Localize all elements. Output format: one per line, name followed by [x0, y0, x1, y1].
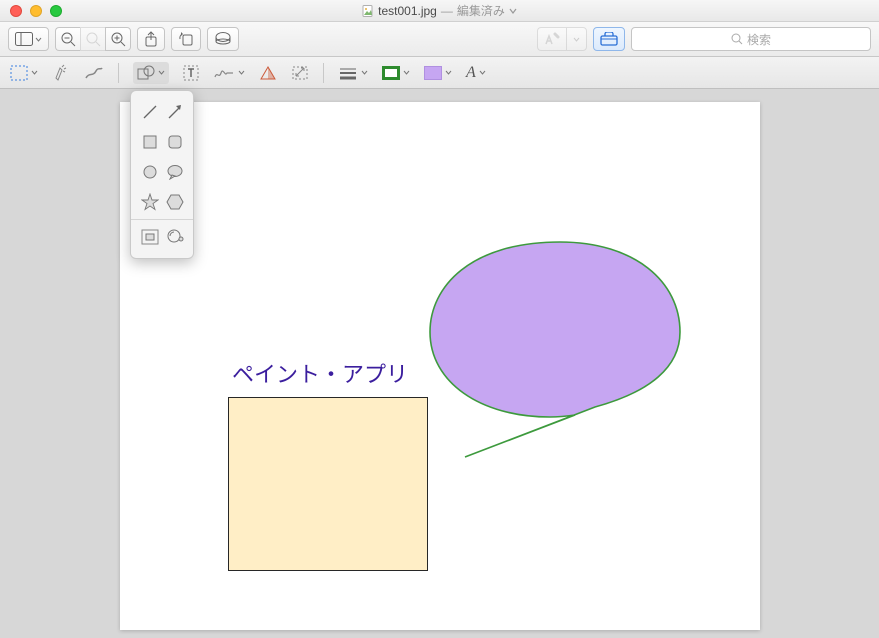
- shapes-popover: [130, 90, 194, 259]
- zoom-out-button[interactable]: [55, 27, 80, 51]
- line-weight-tool[interactable]: [338, 66, 368, 80]
- separator: [118, 63, 119, 83]
- shape-circle[interactable]: [139, 161, 161, 183]
- speech-bubble-shape[interactable]: [410, 232, 700, 462]
- markup-toolbar: A: [0, 57, 879, 89]
- adjust-color-tool[interactable]: [259, 65, 277, 81]
- signature-tool[interactable]: [213, 65, 245, 81]
- adjust-size-tool[interactable]: [291, 65, 309, 81]
- shape-rounded-rect[interactable]: [164, 131, 186, 153]
- title-chevron-icon[interactable]: [509, 7, 517, 15]
- zoom-window-button[interactable]: [50, 5, 62, 17]
- title-status: 編集済み: [457, 2, 505, 19]
- markup-toolbar-toggle-button[interactable]: [593, 27, 625, 51]
- separator: [323, 63, 324, 83]
- canvas[interactable]: ペイント・アプリ: [120, 102, 760, 630]
- title-filename: test001.jpg: [378, 4, 437, 18]
- rotate-button[interactable]: [171, 27, 201, 51]
- shapes-tool[interactable]: [133, 62, 169, 84]
- share-button[interactable]: [137, 27, 165, 51]
- selection-tool[interactable]: [10, 65, 38, 81]
- title-separator: —: [441, 4, 453, 18]
- zoom-group: [55, 27, 131, 51]
- stroke-color-swatch: [382, 66, 400, 80]
- highlight-button[interactable]: [537, 27, 566, 51]
- shape-loupe[interactable]: [164, 226, 186, 248]
- shape-line[interactable]: [139, 101, 161, 123]
- rectangle-shape[interactable]: [228, 397, 428, 571]
- draw-tool[interactable]: [84, 65, 104, 81]
- text-style-tool[interactable]: A: [466, 64, 486, 82]
- stroke-color-tool[interactable]: [382, 66, 410, 80]
- titlebar: test001.jpg — 編集済み: [0, 0, 879, 22]
- file-icon: [362, 5, 374, 17]
- search-icon: [731, 33, 743, 45]
- shape-square[interactable]: [139, 131, 161, 153]
- window-title: test001.jpg — 編集済み: [0, 2, 879, 19]
- shape-mask[interactable]: [139, 226, 161, 248]
- search-field[interactable]: 検索: [631, 27, 871, 51]
- text-style-icon: A: [466, 64, 476, 82]
- instant-alpha-tool[interactable]: [52, 64, 70, 82]
- fill-color-tool[interactable]: [424, 66, 452, 80]
- canvas-text[interactable]: ペイント・アプリ: [232, 357, 408, 389]
- annotate-group: [537, 27, 587, 51]
- window-controls: [0, 5, 62, 17]
- minimize-window-button[interactable]: [30, 5, 42, 17]
- view-mode-group: [8, 27, 49, 51]
- primary-toolbar: 検索: [0, 22, 879, 57]
- zoom-actual-button[interactable]: [80, 27, 105, 51]
- zoom-in-button[interactable]: [105, 27, 131, 51]
- close-window-button[interactable]: [10, 5, 22, 17]
- shape-hexagon[interactable]: [164, 191, 186, 213]
- text-tool[interactable]: [183, 65, 199, 81]
- search-placeholder: 検索: [747, 31, 771, 48]
- sidebar-toggle-button[interactable]: [8, 27, 49, 51]
- markup-color-button[interactable]: [207, 27, 239, 51]
- highlight-chevron-button[interactable]: [566, 27, 587, 51]
- shape-arrow[interactable]: [164, 101, 186, 123]
- shape-star[interactable]: [139, 191, 161, 213]
- shape-speech-bubble[interactable]: [164, 161, 186, 183]
- fill-color-swatch: [424, 66, 442, 80]
